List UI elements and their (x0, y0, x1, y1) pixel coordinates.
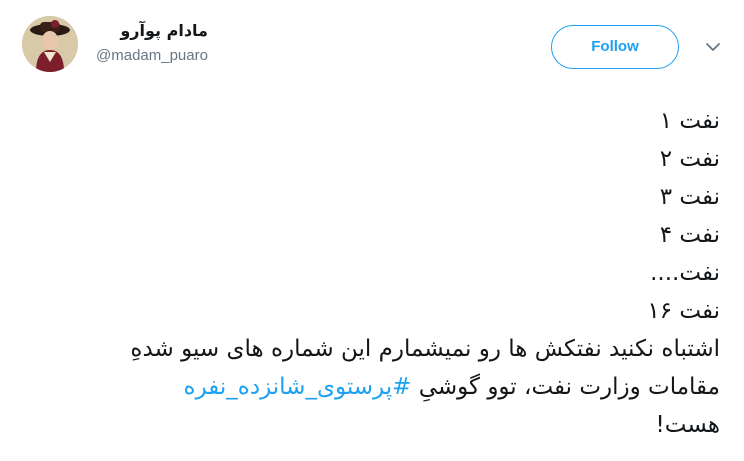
tweet-line: نفت ۳ (659, 184, 720, 210)
tweet-text: نفت ۱ نفت ۲ نفت ۳ نفت ۴ نفت.... نفت ۱۶ ا… (20, 102, 720, 444)
display-name[interactable]: مادام پوآرو (96, 20, 208, 42)
tweet-line-with-hashtag: مقامات وزارت نفت، توو گوشیِ #پرستوی_شانز… (20, 368, 720, 406)
tweet-line: نفت.... (650, 260, 720, 286)
tweet-line: نفت ۲ (659, 146, 720, 172)
tweet-line-text: مقامات وزارت نفت، توو گوشیِ (411, 374, 720, 400)
avatar[interactable] (22, 16, 78, 72)
user-info[interactable]: مادام پوآرو @madam_puaro (96, 20, 208, 66)
username[interactable]: @madam_puaro (96, 46, 208, 66)
tweet-line: اشتباه نکنید نفتکش ها رو نمیشمارم این شم… (130, 336, 720, 362)
tweet-line: نفت ۴ (659, 222, 720, 248)
tweet-line: نفت ۱ (659, 108, 720, 134)
tweet-header: مادام پوآرو @madam_puaro Follow (22, 16, 722, 80)
hashtag-link[interactable]: #پرستوی_شانزده_نفره (184, 374, 412, 400)
tweet-line: هست! (655, 412, 720, 438)
follow-button[interactable]: Follow (551, 25, 679, 69)
profile-photo-icon (22, 16, 78, 72)
tweet-line: نفت ۱۶ (647, 298, 720, 324)
tweet-card: مادام پوآرو @madam_puaro Follow نفت ۱ نف… (0, 0, 744, 461)
chevron-down-icon[interactable] (704, 40, 722, 54)
